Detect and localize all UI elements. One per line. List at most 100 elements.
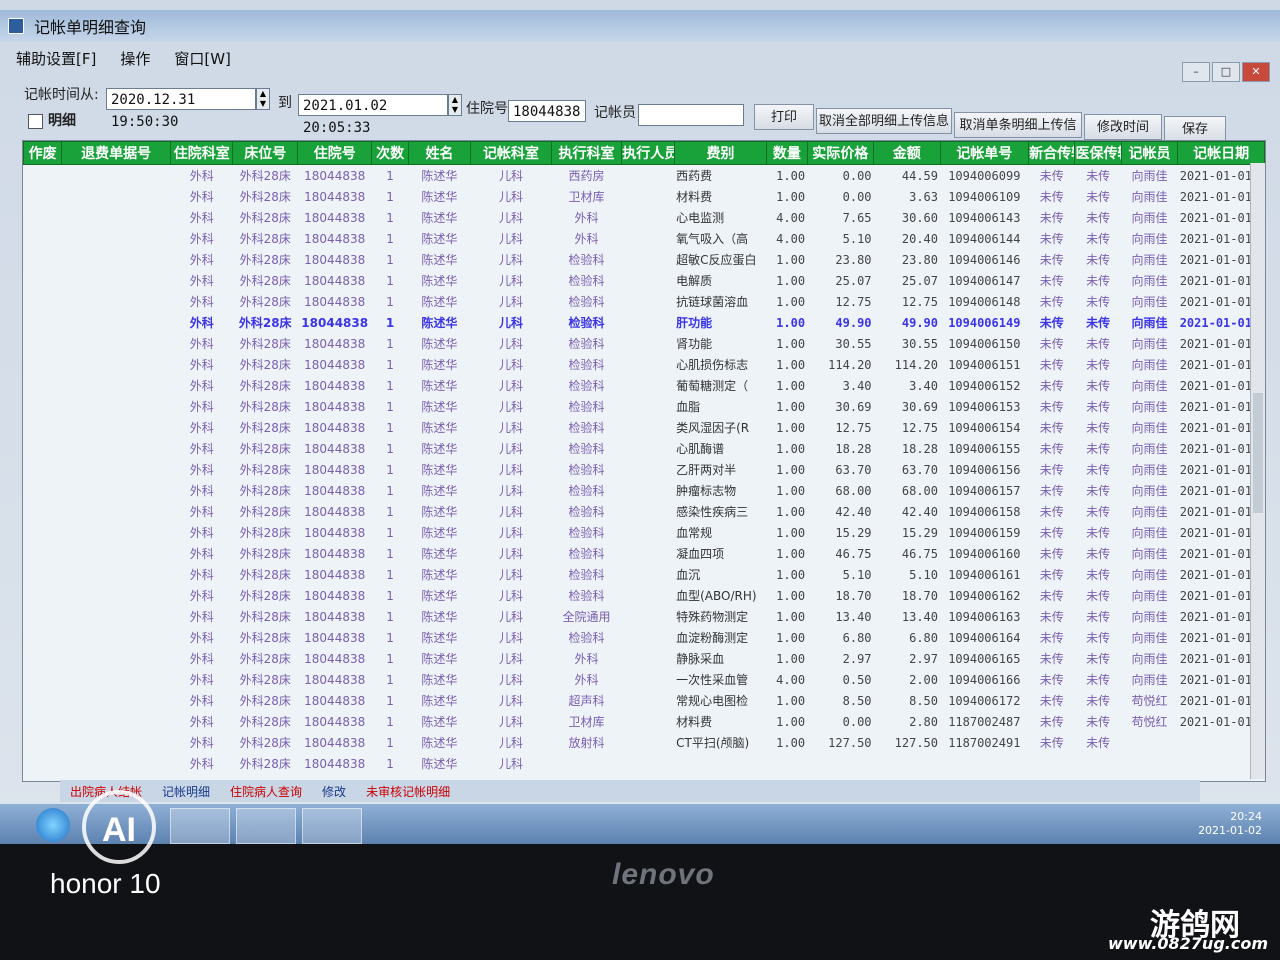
table-row[interactable]: 外科 外科28床 18044838 1 陈述华 儿科 检验科 抗链球菌溶血 1.00 12.75 1… — [24, 291, 1265, 312]
table-cell — [622, 165, 674, 187]
column-header[interactable]: 记帐员 — [1120, 141, 1179, 165]
table-row[interactable]: 外科 外科28床 18044838 1 陈述华 儿科 外科 氧气吸入（高 4.00 5.10 20.… — [24, 228, 1265, 249]
recorder-input[interactable] — [638, 104, 744, 126]
table-row[interactable]: 外科 外科28床 18044838 1 陈述华 儿科 检验科 心肌酶谱 1.00 18.28 18.… — [24, 438, 1265, 459]
table-cell: 1.00 — [776, 609, 806, 624]
column-header[interactable]: 次数 — [371, 141, 409, 165]
column-header[interactable]: 记帐科室 — [470, 141, 552, 165]
table-cell: 2.97 — [909, 651, 938, 666]
table-cell — [62, 711, 171, 732]
column-header[interactable]: 退费单据号 — [61, 141, 172, 165]
start-button[interactable] — [36, 808, 70, 842]
table-row[interactable]: 外科 外科28床 18044838 1 陈述华 儿科 检验科 血型(ABO/RH) 1.00 18… — [24, 585, 1265, 606]
column-header[interactable]: 数量 — [766, 141, 808, 165]
status-item[interactable]: 记帐明细 — [162, 783, 210, 800]
column-header[interactable]: 金额 — [873, 141, 941, 165]
table-row[interactable]: 外科 外科28床 18044838 1 陈述华 儿科 超声科 常规心电图检 1.00 8.50 8.… — [24, 690, 1265, 711]
table-row[interactable]: 外科 外科28床 18044838 1 陈述华 儿科 检验科 葡萄糖测定（ 1.00 3.40 3.… — [24, 375, 1265, 396]
scrollbar-thumb[interactable] — [1253, 393, 1263, 513]
table-cell: 未传 — [1086, 484, 1111, 498]
table-row[interactable]: 外科 外科28床 18044838 1 陈述华 儿科 外科 静脉采血 1.00 2.97 2.97 1… — [24, 648, 1265, 669]
table-row[interactable]: 外科 外科28床 18044838 1 陈述华 儿科 检验科 血脂 1.00 30.69 30.69… — [24, 396, 1265, 417]
taskbar-app-2[interactable] — [236, 808, 296, 844]
table-row[interactable]: 外科 外科28床 18044838 1 陈述华 儿科 检验科 血沉 1.00 5.10 5.10 10… — [24, 564, 1265, 585]
table-row[interactable]: 外科 外科28床 18044838 1 陈述华 儿科 检验科 乙肝两对半 1.00 63.70 63… — [24, 459, 1265, 480]
table-cell — [622, 669, 674, 690]
table-cell: 23.80 — [835, 252, 872, 267]
menu-window[interactable]: 窗口[W] — [174, 48, 231, 69]
table-row[interactable]: 外科 外科28床 18044838 1 陈述华 儿科 检验科 类风湿因子(R 1.00 12.75… — [24, 417, 1265, 438]
menu-operate[interactable]: 操作 — [120, 48, 150, 69]
taskbar-app-3[interactable] — [302, 808, 362, 844]
table-cell: 18044838 — [304, 168, 366, 183]
table-cell: 向雨佳 — [1131, 484, 1168, 498]
table-row[interactable]: 外科 外科28床 18044838 1 陈述华 儿科 外科 心电监测 4.00 7.65 30.60… — [24, 207, 1265, 228]
billing-detail-grid[interactable]: 作废 退费单据号 住院科室 床位号 住院号 次数 姓名 记帐科室 执行科室 执行人员 费别 数量 实际价… — [22, 140, 1266, 782]
table-cell: 外科 — [189, 757, 214, 771]
column-header[interactable]: 新合传输 — [1028, 141, 1076, 165]
time-to-input[interactable]: 2021.01.02 20:05:33 — [298, 94, 448, 136]
table-cell: 1.00 — [776, 441, 806, 456]
table-cell: 外科 — [189, 484, 214, 498]
table-cell: 未传 — [1039, 274, 1064, 288]
column-header[interactable]: 床位号 — [232, 141, 298, 165]
column-header[interactable]: 记帐日期 — [1177, 141, 1265, 165]
table-row[interactable]: 外科 外科28床 18044838 1 陈述华 儿科 全院通用 特殊药物测定 1.00 13.40… — [24, 606, 1265, 627]
modify-time-button[interactable]: 修改时间 — [1084, 114, 1162, 140]
column-header[interactable]: 作废 — [23, 141, 63, 165]
table-row[interactable]: 外科 外科28床 18044838 1 陈述华 儿科 放射科 CT平扫(颅脑) 1.00 127.… — [24, 732, 1265, 753]
column-header[interactable]: 住院科室 — [170, 141, 234, 165]
column-header[interactable]: 记帐单号 — [939, 141, 1030, 165]
inpatient-label: 住院号 — [466, 101, 508, 117]
detail-checkbox[interactable] — [28, 114, 43, 129]
table-cell — [24, 690, 62, 711]
time-from-spinner[interactable]: ▲ ▼ — [256, 88, 270, 110]
table-cell: 1 — [386, 399, 394, 414]
taskbar-app-1[interactable] — [170, 808, 230, 844]
table-row[interactable]: 外科 外科28床 18044838 1 陈述华 儿科 检验科 肾功能 1.00 30.55 30.5… — [24, 333, 1265, 354]
table-row[interactable]: 外科 外科28床 18044838 1 陈述华 儿科 检验科 肿瘤标志物 1.00 68.00 68… — [24, 480, 1265, 501]
status-item[interactable]: 住院病人查询 — [230, 783, 302, 800]
status-item[interactable]: 修改 — [322, 783, 346, 800]
cancel-all-upload-button[interactable]: 取消全部明细上传信息 — [816, 108, 952, 134]
table-row[interactable]: 外科 外科28床 18044838 1 陈述华 儿科 检验科 凝血四项 1.00 46.75 46.… — [24, 543, 1265, 564]
print-button[interactable]: 打印 — [754, 104, 814, 130]
time-to-spinner[interactable]: ▲ ▼ — [448, 94, 462, 116]
column-header[interactable]: 姓名 — [407, 141, 472, 165]
table-row[interactable]: 外科 外科28床 18044838 1 陈述华 儿科 外科 一次性采血管 4.00 0.50 2.0… — [24, 669, 1265, 690]
table-row[interactable]: 外科 外科28床 18044838 1 陈述华 儿科 西药房 西药费 1.00 0.00 44.59… — [24, 165, 1265, 187]
column-header[interactable]: 执行人员 — [621, 141, 675, 165]
vertical-scrollbar[interactable] — [1250, 163, 1265, 779]
table-row[interactable]: 外科 外科28床 18044838 1 陈述华 儿科 检验科 超敏C反应蛋白 1.00 23.80… — [24, 249, 1265, 270]
time-from-input[interactable]: 2020.12.31 19:50:30 — [106, 88, 256, 130]
column-header[interactable]: 住院号 — [296, 141, 373, 165]
column-header[interactable]: 实际价格 — [806, 141, 875, 165]
table-cell: 8.50 — [842, 693, 872, 708]
table-row[interactable]: 外科 外科28床 18044838 1 陈述华 儿科 检验科 血常规 1.00 15.29 15.2… — [24, 522, 1265, 543]
table-cell: 陈述华 — [421, 547, 458, 561]
table-row[interactable]: 外科 外科28床 18044838 1 陈述华 儿科 检验科 心肌损伤标志 1.00 114.20… — [24, 354, 1265, 375]
table-row[interactable]: 外科 外科28床 18044838 1 陈述华 儿科 卫材库 材料费 1.00 0.00 2.80 1… — [24, 711, 1265, 732]
table-cell: 1 — [386, 294, 394, 309]
tray-clock[interactable]: 20:24 2021-01-02 — [1198, 810, 1262, 838]
table-row[interactable]: 外科 外科28床 18044838 1 陈述华 儿科 检验科 电解质 1.00 25.07 25.0… — [24, 270, 1265, 291]
table-cell: 1.00 — [776, 273, 806, 288]
table-cell: 1094006155 — [948, 441, 1021, 456]
table-row[interactable]: 外科 外科28床 18044838 1 陈述华 儿科 检验科 肝功能 1.00 49.90 49.9… — [24, 312, 1265, 333]
menu-assist-settings[interactable]: 辅助设置[F] — [16, 48, 96, 69]
column-header[interactable]: 医保传输 — [1074, 141, 1122, 165]
table-cell: 1094006158 — [948, 504, 1021, 519]
table-row[interactable]: 外科 外科28床 18044838 1 陈述华 儿科 检验科 感染性疾病三 1.00 42.40 4… — [24, 501, 1265, 522]
save-button[interactable]: 保存 — [1164, 116, 1226, 142]
inpatient-input[interactable]: 18044838 — [508, 100, 586, 122]
column-header[interactable]: 执行科室 — [550, 141, 623, 165]
table-row[interactable]: 外科 外科28床 18044838 1 陈述华 儿科 — [24, 753, 1265, 774]
column-header[interactable]: 费别 — [673, 141, 768, 165]
status-item[interactable]: 未审核记帐明细 — [366, 783, 450, 800]
cancel-single-upload-button[interactable]: 取消单条明细上传信息 — [954, 112, 1082, 159]
table-row[interactable]: 外科 外科28床 18044838 1 陈述华 儿科 卫材库 材料费 1.00 0.00 3.63 1… — [24, 186, 1265, 207]
table-cell: 凝血四项 — [676, 547, 725, 561]
table-row[interactable]: 外科 外科28床 18044838 1 陈述华 儿科 检验科 血淀粉酶测定 1.00 6.80 6.… — [24, 627, 1265, 648]
table-cell: 向雨佳 — [1131, 505, 1168, 519]
table-cell — [622, 270, 674, 291]
